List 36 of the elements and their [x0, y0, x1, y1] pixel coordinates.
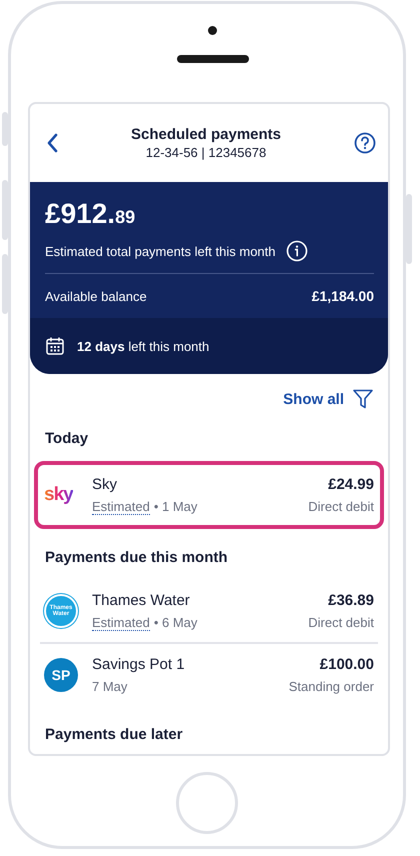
filter-icon[interactable]: [352, 388, 374, 410]
days-left: 12 days left this month: [77, 338, 210, 354]
section-heading: Payments due later: [44, 725, 184, 745]
estimated-link[interactable]: Estimated: [92, 614, 150, 630]
payment-date: • 6 May: [154, 614, 198, 630]
payment-date: • 1 May: [154, 498, 198, 514]
screen-title: Scheduled payments: [130, 126, 282, 143]
payment-method: Direct debit: [308, 615, 374, 630]
payment-method: Standing order: [288, 679, 374, 694]
payee-name: Savings Pot 1: [92, 656, 186, 673]
payment-amount: £100.00: [320, 656, 374, 673]
show-all-link[interactable]: Show all: [283, 390, 344, 408]
back-icon[interactable]: [46, 133, 58, 153]
help-icon[interactable]: [354, 132, 376, 154]
estimated-link[interactable]: Estimated: [92, 498, 150, 514]
section-heading: Payments due this month: [44, 548, 229, 568]
payment-row[interactable]: SP Savings Pot 1 7 May £100.00 Standing order: [40, 642, 378, 706]
speaker-slot: [177, 55, 249, 63]
balance-label: Available balance: [45, 288, 147, 304]
calendar-icon: [45, 336, 65, 356]
brand-logo: sky: [44, 484, 73, 506]
section-heading: Today: [44, 429, 90, 449]
payment-method: Direct debit: [308, 499, 374, 514]
payment-row[interactable]: sky Sky Estimated • 1 May £24.99 Direct debit: [34, 461, 384, 529]
payee-name: Thames Water: [92, 592, 191, 608]
camera-dot: [208, 26, 217, 35]
payee-name: Sky: [92, 476, 118, 492]
info-icon[interactable]: [286, 240, 308, 262]
initials-avatar: SP: [44, 658, 78, 692]
account-number: 12-34-56 | 12345678: [146, 145, 266, 160]
total-caption: Estimated total payments left this month: [45, 244, 276, 258]
balance-value: £1,184.00: [312, 288, 374, 304]
payment-amount: £36.89: [328, 592, 374, 609]
total-amount: £912.89: [45, 200, 136, 228]
payment-amount: £24.99: [328, 476, 374, 493]
payment-date: 7 May: [92, 679, 128, 694]
